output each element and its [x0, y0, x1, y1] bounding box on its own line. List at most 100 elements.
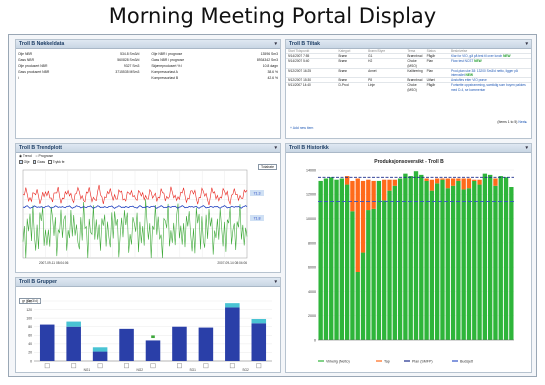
tiltak-row[interactable]: 9/11/2007 14:40 D-Prod Linje Choke (MSO) Påg… — [286, 82, 531, 92]
historikk-bar-actual — [429, 190, 435, 340]
historikk-bar-actual — [450, 185, 456, 340]
historikk-bar-actual — [392, 185, 397, 340]
historikk-bar-actual — [424, 180, 429, 340]
tiltak-cell-topic: Choke (MSO) — [405, 82, 425, 92]
historikk-title: Troll B Historikk — [289, 145, 329, 151]
gruppe-bar-cap — [92, 347, 108, 352]
trend-title: Troll B Trendplott — [19, 145, 62, 151]
gruppe-x-checkbox — [44, 363, 50, 369]
radio-prognose[interactable]: ○ Prognose — [36, 154, 54, 158]
gruppe-y-tick: 60 — [28, 334, 32, 338]
check-trykk-label: Trykk fe — [52, 160, 65, 164]
gruppe-bar — [172, 326, 187, 361]
gruppe-y-tick: 120 — [26, 308, 32, 312]
nokkeldata-cell — [86, 75, 141, 81]
tiltak-desc-link[interactable]: Flow test NCST — [451, 59, 473, 63]
historikk-bar-loss — [371, 180, 376, 209]
gruppe-bar — [92, 351, 108, 361]
historikk-bar-actual — [334, 179, 339, 340]
next-arrow-icon[interactable]: ▸ — [525, 120, 527, 124]
historikk-bar-loss — [360, 180, 366, 253]
check-trykk[interactable]: Trykk fe — [48, 160, 65, 164]
chevron-down-icon[interactable]: ▾ — [274, 144, 277, 153]
historikk-bar-actual — [472, 180, 477, 340]
tiltak-desc-link[interactable]: Prod.plan uke 38: 13200 Sm3/d netto, lig… — [451, 69, 518, 77]
historikk-bar-actual — [435, 183, 440, 340]
historikk-bar-loss — [382, 179, 387, 201]
trend-radio-group: ◉ Trend ○ Prognose — [19, 154, 53, 159]
gruppe-header: Troll B Grupper ▾ — [16, 278, 280, 287]
historikk-bar-actual — [477, 184, 482, 340]
gruppe-title: Troll B Grupper — [19, 279, 58, 285]
historikk-bar-loss — [355, 178, 360, 272]
historikk-bar-actual — [318, 180, 323, 340]
gruppe-y-tick: 40 — [28, 342, 32, 346]
gruppe-y-tick: 80 — [28, 325, 32, 329]
gruppe-x-label: NG1 — [84, 368, 91, 372]
gruppe-x-checkbox — [177, 363, 182, 369]
historikk-bar-loss — [493, 178, 498, 186]
tiltak-desc-link[interactable]: Avstuftes etter VIO prøve — [451, 78, 487, 82]
tiltak-cell-desc: Prod.plan uke 38: 13200 Sm3/d netto, lig… — [449, 67, 531, 78]
historikk-bar-actual — [344, 184, 350, 340]
historikk-bar-actual — [387, 190, 392, 340]
tiltak-row[interactable]: 9/14/2007 5:40 Brønn H2 Choke (MSO) Plan Flow… — [286, 58, 531, 69]
trend-check-group: Olje Gass Trykk fe — [19, 160, 65, 165]
trend-right-label-1: 71.3 — [254, 192, 261, 196]
gruppe-x-checkbox — [71, 363, 77, 369]
tiltak-cell-well: H2 — [366, 58, 406, 69]
historikk-bar-loss — [350, 180, 355, 212]
trend-panel: Troll B Trendplott ▾ ◉ Trend ○ Prognose … — [15, 143, 281, 273]
trend-time-end: 2007-09-14 08:04:06 — [217, 261, 247, 265]
historikk-bar-loss — [440, 178, 445, 180]
tiltak-cell-desc: Fortsette oppstramming, samtidig som boy… — [449, 82, 531, 92]
gruppe-y-tick: 140 — [26, 299, 32, 303]
chevron-down-icon[interactable]: ▾ — [525, 144, 528, 153]
historikk-panel: Troll B Historikk ▾ Produksjonsoversikt … — [285, 143, 532, 373]
tiltak-cell-cat: Brønn — [336, 58, 367, 69]
gruppe-marker — [151, 335, 155, 339]
tiltak-cell-cat: D-Prod — [336, 82, 367, 92]
tiltak-desc-link[interactable]: Fortsette oppstramming, samtidig som boy… — [451, 83, 526, 91]
gruppe-bar — [225, 307, 240, 361]
historikk-bar-loss — [429, 179, 435, 191]
check-olje-label: Olje — [23, 160, 30, 164]
tiltak-desc-link[interactable]: Klar for VIO, gå på test til over lunch — [451, 54, 502, 58]
legend-virkelig-label: Virkelig (Netto) — [326, 359, 350, 363]
radio-trend[interactable]: ◉ Trend — [19, 154, 32, 158]
gruppe-x-checkbox — [97, 363, 103, 369]
historikk-y-tick: 10000 — [306, 217, 316, 221]
historikk-bar-loss — [387, 179, 392, 191]
tiltak-row[interactable]: 9/12/2007 16:25 Brønn Annet Kalibrering Plan… — [286, 67, 531, 78]
historikk-y-tick: 6000 — [308, 266, 316, 270]
new-badge: NEW — [503, 54, 511, 59]
chevron-down-icon[interactable]: ▾ — [274, 278, 277, 287]
historikk-y-tick: 2000 — [308, 314, 316, 318]
gruppe-bar — [198, 327, 214, 361]
historikk-y-tick: 0 — [314, 338, 316, 342]
historikk-bar-loss — [392, 179, 397, 186]
radio-trend-label: Trend — [22, 154, 32, 158]
add-new-item-label: Add new item — [292, 126, 314, 130]
gruppe-bar-cap — [251, 319, 267, 324]
nokkeldata-cell: 42.6 % — [267, 76, 278, 80]
trend-time-start: 2007-09-11 08:04:06 — [39, 261, 69, 265]
legend-tap-label: Tap — [384, 359, 390, 363]
nokkeldata-table: Olje NBR 534.8 Sm3/d Olje NBR i prognose 13… — [16, 51, 280, 81]
historikk-bar-actual — [339, 178, 345, 340]
chevron-down-icon[interactable]: ▾ — [525, 40, 528, 49]
gruppe-y-tick: 100 — [26, 316, 32, 320]
check-gass[interactable]: Gass — [32, 160, 45, 164]
historikk-bar-actual — [466, 188, 472, 340]
tiltak-cell-time: 9/14/2007 5:40 — [286, 58, 337, 69]
tiltak-cell-desc: Flow test NCST NEW — [449, 58, 531, 69]
check-olje[interactable]: Olje — [19, 160, 30, 164]
trend-header: Troll B Trendplott ▾ — [16, 144, 280, 153]
chevron-down-icon[interactable]: ▾ — [274, 40, 277, 49]
historikk-bar-actual — [397, 178, 403, 340]
historikk-bar-loss — [456, 178, 461, 181]
add-new-item-link[interactable]: + Add new item — [290, 126, 313, 131]
gruppe-y-tick: 20 — [28, 351, 32, 355]
gruppe-panel: Troll B Grupper ▾ gr (Sm3/d) 140 120 100 80… — [15, 277, 281, 373]
gruppe-x-checkbox — [124, 363, 129, 369]
